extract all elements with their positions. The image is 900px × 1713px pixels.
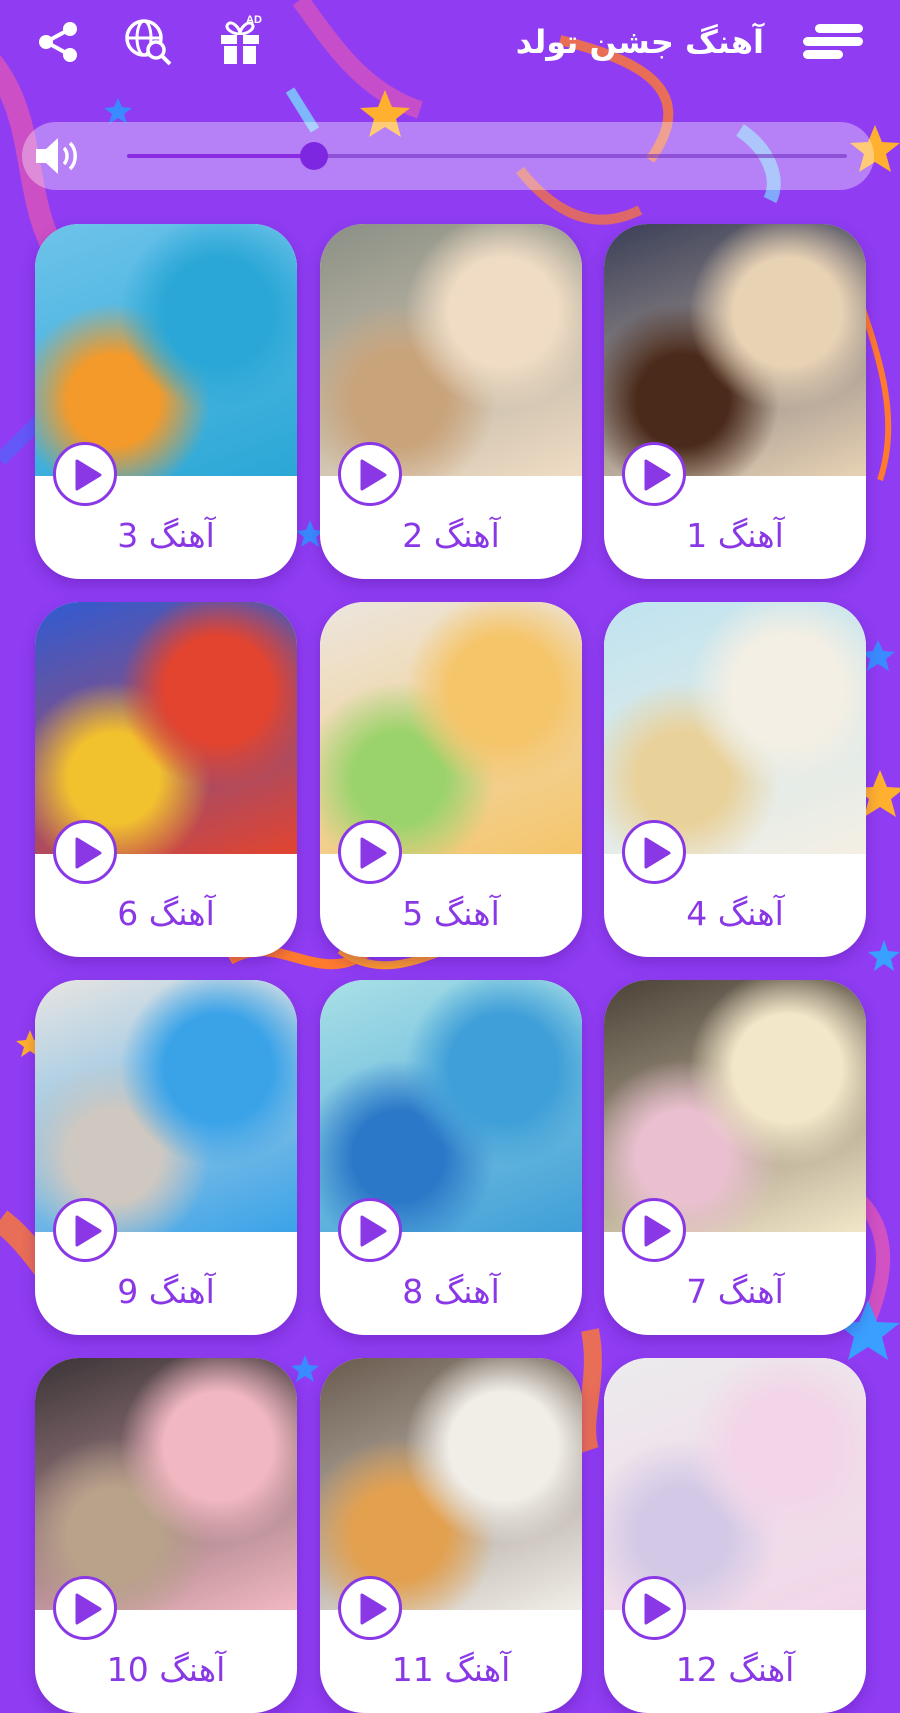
play-button[interactable] (53, 1576, 117, 1640)
play-button[interactable] (622, 1198, 686, 1262)
song-label: آهنگ 3 (117, 516, 215, 555)
song-label: آهنگ 7 (686, 1272, 784, 1311)
song-thumbnail (320, 1358, 582, 1610)
song-card[interactable]: آهنگ 6 (35, 602, 297, 957)
song-thumbnail (35, 602, 297, 854)
play-icon (360, 1215, 387, 1247)
play-icon (360, 1593, 387, 1625)
song-card[interactable]: آهنگ 2 (320, 224, 582, 579)
song-card[interactable]: آهنگ 3 (35, 224, 297, 579)
song-thumbnail (35, 980, 297, 1232)
song-label: آهنگ 2 (402, 516, 500, 555)
song-card[interactable]: آهنگ 11 (320, 1358, 582, 1713)
song-thumbnail (35, 224, 297, 476)
song-label: آهنگ 1 (686, 516, 784, 555)
play-icon (75, 837, 102, 869)
play-button[interactable] (622, 820, 686, 884)
play-button[interactable] (338, 442, 402, 506)
play-icon (360, 459, 387, 491)
song-card[interactable]: آهنگ 8 (320, 980, 582, 1335)
play-button[interactable] (622, 1576, 686, 1640)
song-card[interactable]: آهنگ 1 (604, 224, 866, 579)
song-thumbnail (604, 980, 866, 1232)
song-card[interactable]: آهنگ 4 (604, 602, 866, 957)
play-icon (75, 1215, 102, 1247)
song-thumbnail (320, 224, 582, 476)
song-label: آهنگ 6 (117, 894, 215, 933)
song-card[interactable]: آهنگ 7 (604, 980, 866, 1335)
play-icon (75, 1593, 102, 1625)
song-label: آهنگ 8 (402, 1272, 500, 1311)
song-label: آهنگ 11 (391, 1650, 511, 1689)
play-icon (644, 837, 671, 869)
song-label: آهنگ 4 (686, 894, 784, 933)
song-thumbnail (35, 1358, 297, 1610)
song-thumbnail (320, 980, 582, 1232)
song-label: آهنگ 10 (106, 1650, 226, 1689)
play-button[interactable] (53, 442, 117, 506)
play-button[interactable] (338, 1576, 402, 1640)
play-button[interactable] (53, 1198, 117, 1262)
play-button[interactable] (338, 1198, 402, 1262)
play-button[interactable] (622, 442, 686, 506)
song-grid: آهنگ 1 آهنگ 2 آهنگ 3 آهنگ 4 آهنگ 5 آهنگ 6 آهنگ… (0, 0, 900, 1713)
play-icon (644, 1593, 671, 1625)
play-icon (644, 459, 671, 491)
play-icon (644, 1215, 671, 1247)
song-label: آهنگ 9 (117, 1272, 215, 1311)
song-thumbnail (604, 602, 866, 854)
song-card[interactable]: آهنگ 10 (35, 1358, 297, 1713)
play-icon (360, 837, 387, 869)
song-thumbnail (604, 1358, 866, 1610)
play-button[interactable] (53, 820, 117, 884)
song-label: آهنگ 12 (675, 1650, 795, 1689)
song-thumbnail (604, 224, 866, 476)
song-card[interactable]: آهنگ 5 (320, 602, 582, 957)
play-icon (75, 459, 102, 491)
play-button[interactable] (338, 820, 402, 884)
song-thumbnail (320, 602, 582, 854)
song-card[interactable]: آهنگ 9 (35, 980, 297, 1335)
song-label: آهنگ 5 (402, 894, 500, 933)
song-card[interactable]: آهنگ 12 (604, 1358, 866, 1713)
